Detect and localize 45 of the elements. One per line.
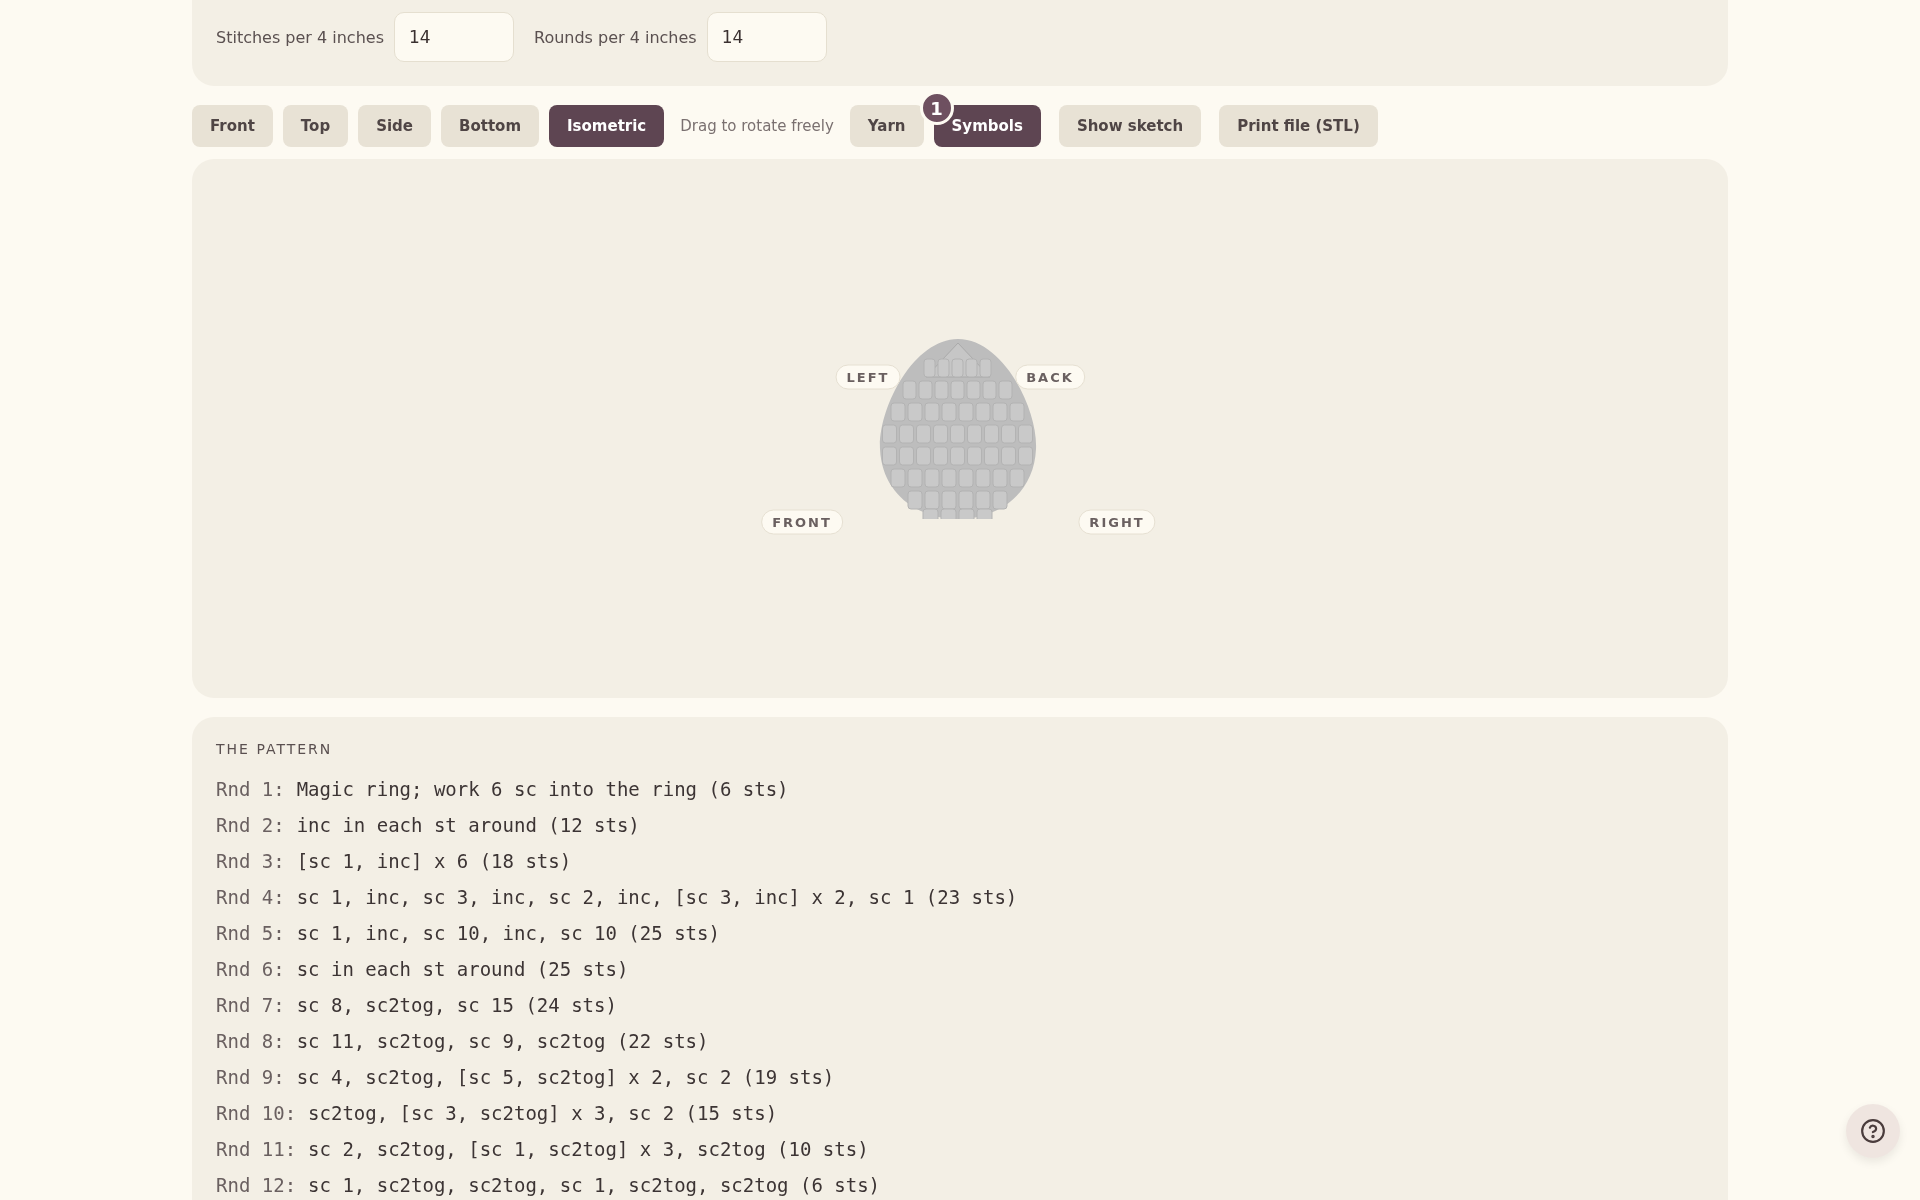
axis-label: RIGHT bbox=[1078, 509, 1156, 535]
view-button[interactable]: Side bbox=[358, 105, 431, 147]
round-label: Rnd 6: bbox=[216, 958, 285, 980]
action-button[interactable]: Print file (STL) bbox=[1219, 105, 1378, 147]
round-instruction: sc 1, sc2tog, sc2tog, sc 1, sc2tog, sc2tog (6 sts) bbox=[308, 1174, 881, 1196]
gauge-input[interactable]: 14 bbox=[706, 12, 827, 62]
axis-label: FRONT bbox=[761, 509, 843, 535]
round-instruction: sc in each st around (25 sts) bbox=[296, 958, 629, 980]
round-label: Rnd 2: bbox=[216, 814, 285, 836]
round-instruction: sc 1, inc, sc 3, inc, sc 2, inc, [sc 3, inc] x 2, sc 1 (23 sts) bbox=[296, 886, 1018, 908]
round-label: Rnd 7: bbox=[216, 994, 285, 1016]
section-title: THE PATTERN bbox=[216, 741, 334, 757]
view-button[interactable]: Bottom bbox=[441, 105, 539, 147]
round-instruction: sc2tog, [sc 3, sc2tog] x 3, sc 2 (15 sts) bbox=[308, 1102, 778, 1124]
help-icon bbox=[1860, 1118, 1886, 1144]
field-label: Stitches per 4 inches bbox=[216, 27, 384, 47]
round-instruction: inc in each st around (12 sts) bbox=[296, 814, 640, 836]
round-instruction: sc 4, sc2tog, [sc 5, sc2tog] x 2, sc 2 (19 sts) bbox=[296, 1066, 835, 1088]
round-instruction: sc 8, sc2tog, sc 15 (24 sts) bbox=[296, 994, 617, 1016]
round-instruction: sc 1, inc, sc 10, inc, sc 10 (25 sts) bbox=[296, 922, 720, 944]
display-toggle[interactable]: Yarn bbox=[849, 105, 924, 147]
round-label: Rnd 12: bbox=[216, 1174, 297, 1196]
round-instruction: sc 11, sc2tog, sc 9, sc2tog (22 sts) bbox=[296, 1030, 709, 1052]
view-button[interactable]: Isometric bbox=[549, 105, 665, 147]
action-button[interactable]: Show sketch bbox=[1058, 105, 1202, 147]
field-label: Rounds per 4 inches bbox=[534, 27, 697, 47]
axis-label: LEFT bbox=[835, 364, 901, 390]
round-label: Rnd 1: bbox=[216, 778, 285, 800]
round-label: Rnd 9: bbox=[216, 1066, 285, 1088]
round-label: Rnd 4: bbox=[216, 886, 285, 908]
model-viewer[interactable]: LEFT BACK FRONT RIGHT bbox=[192, 159, 1728, 698]
round-label: Rnd 3: bbox=[216, 850, 285, 872]
round-instruction: sc 2, sc2tog, [sc 1, sc2tog] x 3, sc2tog (10 sts) bbox=[308, 1138, 869, 1160]
rotate-hint: Drag to rotate freely bbox=[680, 117, 834, 135]
view-button[interactable]: Top bbox=[282, 105, 349, 147]
round-label: Rnd 5: bbox=[216, 922, 285, 944]
view-button[interactable]: Front bbox=[192, 105, 273, 147]
round-instruction: [sc 1, inc] x 6 (18 sts) bbox=[296, 850, 572, 872]
gauge-input[interactable]: 14 bbox=[394, 12, 514, 62]
round-label: Rnd 10: bbox=[216, 1102, 297, 1124]
round-label: Rnd 11: bbox=[216, 1138, 297, 1160]
axis-label: BACK bbox=[1015, 364, 1085, 390]
round-label: Rnd 8: bbox=[216, 1030, 285, 1052]
help-button[interactable] bbox=[1846, 1104, 1900, 1158]
round-instruction: Magic ring; work 6 sc into the ring (6 sts) bbox=[296, 778, 789, 800]
